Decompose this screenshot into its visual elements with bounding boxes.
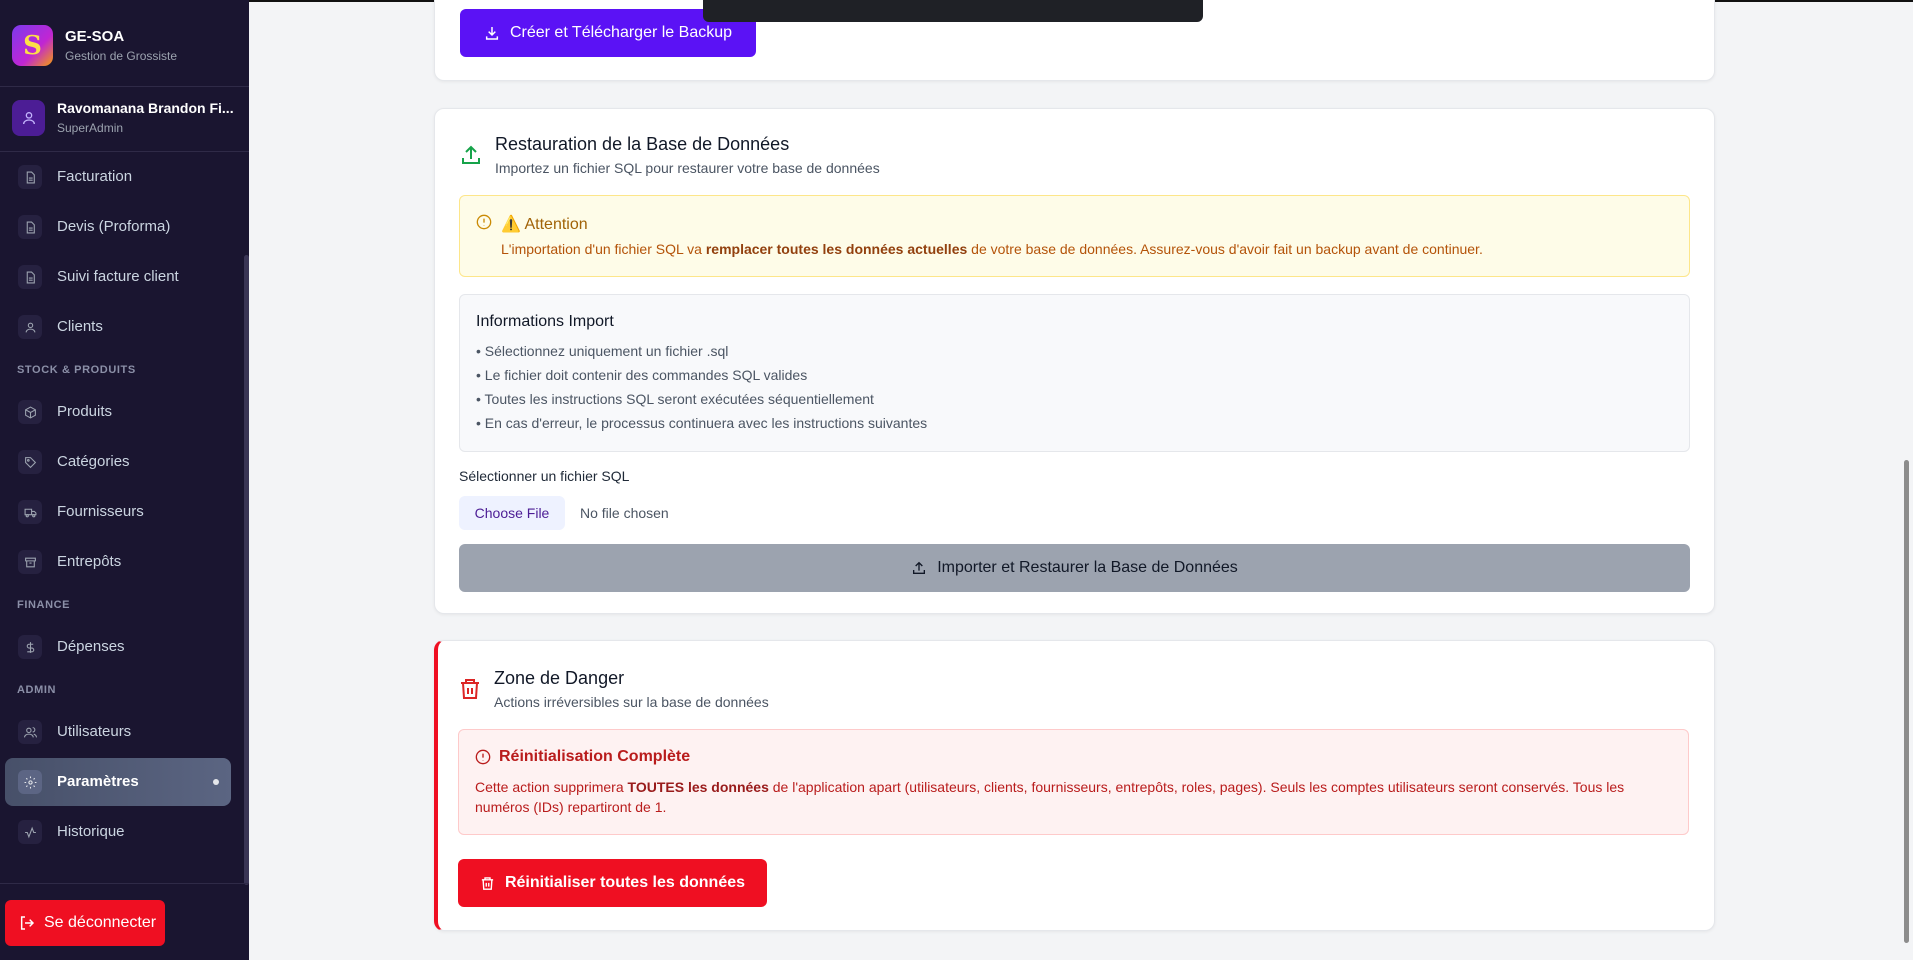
import-restore-button[interactable]: Importer et Restaurer la Base de Données xyxy=(459,544,1690,592)
restore-card: Restauration de la Base de Données Impor… xyxy=(434,108,1715,614)
logout-button[interactable]: Se déconnecter xyxy=(5,900,165,946)
sidebar-item-label: Utilisateurs xyxy=(57,723,132,740)
logout-label: Se déconnecter xyxy=(44,914,157,931)
section-label-stock: STOCK & PRODUITS xyxy=(17,364,136,376)
trash-icon xyxy=(481,876,494,890)
reset-all-data-button[interactable]: Réinitialiser toutes les données xyxy=(458,859,767,907)
section-label-admin: ADMIN xyxy=(17,684,57,696)
sidebar-item-label: Historique xyxy=(57,823,125,840)
box-icon xyxy=(18,400,42,424)
import-info-box: Informations Import • Sélectionnez uniqu… xyxy=(459,294,1690,452)
danger-subtitle: Actions irréversibles sur la base de don… xyxy=(494,694,769,710)
active-indicator xyxy=(213,779,219,785)
users-icon xyxy=(18,720,42,744)
import-restore-label: Importer et Restaurer la Base de Données xyxy=(937,559,1238,576)
attention-title: ⚠️ Attention xyxy=(501,216,588,233)
sidebar-item-categories[interactable]: Catégories xyxy=(5,438,231,486)
file-icon xyxy=(18,215,42,239)
gear-icon xyxy=(18,770,42,794)
download-icon xyxy=(485,27,499,40)
reset-warning-text: Cette action supprimera TOUTES les donné… xyxy=(475,777,1675,817)
user-icon xyxy=(22,112,35,125)
sidebar-item-depenses[interactable]: Dépenses xyxy=(5,623,231,671)
trash-icon xyxy=(461,679,479,699)
reset-warning-pre: Cette action supprimera xyxy=(475,779,628,795)
danger-zone-card: Zone de Danger Actions irréversibles sur… xyxy=(434,640,1715,931)
sidebar-item-historique[interactable]: Historique xyxy=(5,808,231,856)
archive-icon xyxy=(18,550,42,574)
main-content: Créer et Télécharger le Backup Restaurat… xyxy=(249,0,1913,960)
activity-icon xyxy=(18,820,42,844)
app-subtitle: Gestion de Grossiste xyxy=(65,49,178,63)
restore-title: Restauration de la Base de Données xyxy=(495,134,790,154)
list-item: • Sélectionnez uniquement un fichier .sq… xyxy=(476,343,729,359)
sidebar-item-label: Paramètres xyxy=(57,773,139,790)
app-name: GE-SOA xyxy=(65,28,125,45)
attention-alert: ⚠️ Attention L'importation d'un fichier … xyxy=(459,195,1690,277)
attention-text-post: de votre base de données. Assurez-vous d… xyxy=(967,241,1483,257)
sidebar-item-label: Facturation xyxy=(57,168,133,185)
sidebar-item-label: Devis (Proforma) xyxy=(57,218,171,235)
sidebar-item-label: Clients xyxy=(57,318,103,335)
sidebar-item-label: Catégories xyxy=(57,453,130,470)
upload-icon xyxy=(462,145,480,164)
alert-circle-icon xyxy=(475,749,491,765)
logout-icon xyxy=(20,916,35,930)
sidebar: S GE-SOA Gestion de Grossiste Ravomanana… xyxy=(0,0,249,960)
sidebar-item-label: Entrepôts xyxy=(57,553,122,570)
sidebar-item-label: Suivi facture client xyxy=(57,268,179,285)
attention-text-bold: remplacer toutes les données actuelles xyxy=(705,241,968,257)
user-icon xyxy=(18,315,42,339)
sidebar-item-suivi-facture[interactable]: Suivi facture client xyxy=(5,253,231,301)
file-icon xyxy=(18,265,42,289)
user-profile[interactable]: Ravomanana Brandon Fi... SuperAdmin xyxy=(0,88,249,152)
sidebar-item-utilisateurs[interactable]: Utilisateurs xyxy=(5,708,231,756)
file-icon xyxy=(18,165,42,189)
app-logo[interactable]: S xyxy=(12,25,53,66)
brand-header: S GE-SOA Gestion de Grossiste xyxy=(0,0,249,87)
list-item: • Toutes les instructions SQL seront exé… xyxy=(476,391,874,407)
section-label-finance: FINANCE xyxy=(17,599,71,611)
danger-title: Zone de Danger xyxy=(494,668,625,688)
truck-icon xyxy=(18,500,42,524)
sidebar-item-clients[interactable]: Clients xyxy=(5,303,231,351)
sidebar-item-label: Produits xyxy=(57,403,113,420)
sidebar-item-entrepots[interactable]: Entrepôts xyxy=(5,538,231,586)
file-status: No file chosen xyxy=(580,505,669,521)
alert-circle-icon xyxy=(476,214,492,230)
upload-icon xyxy=(913,561,926,574)
choose-file-button[interactable]: Choose File xyxy=(459,496,565,530)
logout-area: Se déconnecter xyxy=(0,883,249,960)
sidebar-nav: Facturation Devis (Proforma) Suivi factu… xyxy=(0,153,249,883)
sidebar-item-facturation[interactable]: Facturation xyxy=(5,153,231,201)
user-name: Ravomanana Brandon Fi... xyxy=(57,100,234,116)
attention-text: L'importation d'un fichier SQL va rempla… xyxy=(501,241,1483,257)
sidebar-item-devis[interactable]: Devis (Proforma) xyxy=(5,203,231,251)
sidebar-item-parametres[interactable]: Paramètres xyxy=(5,758,231,806)
sql-file-label: Sélectionner un fichier SQL xyxy=(459,468,630,484)
attention-text-pre: L'importation d'un fichier SQL va xyxy=(501,241,706,257)
sidebar-item-label: Fournisseurs xyxy=(57,503,144,520)
reset-warning-alert: Réinitialisation Complète Cette action s… xyxy=(458,729,1689,835)
dollar-icon xyxy=(18,635,42,659)
sidebar-item-label: Dépenses xyxy=(57,638,125,655)
sidebar-item-fournisseurs[interactable]: Fournisseurs xyxy=(5,488,231,536)
reset-warning-bold: TOUTES les données xyxy=(627,779,769,795)
reset-warning-title: Réinitialisation Complète xyxy=(499,748,691,765)
restore-subtitle: Importez un fichier SQL pour restaurer v… xyxy=(495,160,880,176)
list-item: • En cas d'erreur, le processus continue… xyxy=(476,415,928,431)
reset-all-data-label: Réinitialiser toutes les données xyxy=(504,874,746,891)
user-role: SuperAdmin xyxy=(57,121,124,135)
sidebar-item-produits[interactable]: Produits xyxy=(5,388,231,436)
main-scrollbar[interactable] xyxy=(1904,460,1909,943)
tag-icon xyxy=(18,450,42,474)
import-info-title: Informations Import xyxy=(476,313,614,330)
user-avatar xyxy=(12,100,45,136)
toast-notification xyxy=(703,0,1203,22)
create-backup-label: Créer et Télécharger le Backup xyxy=(509,24,733,41)
list-item: • Le fichier doit contenir des commandes… xyxy=(476,367,808,383)
